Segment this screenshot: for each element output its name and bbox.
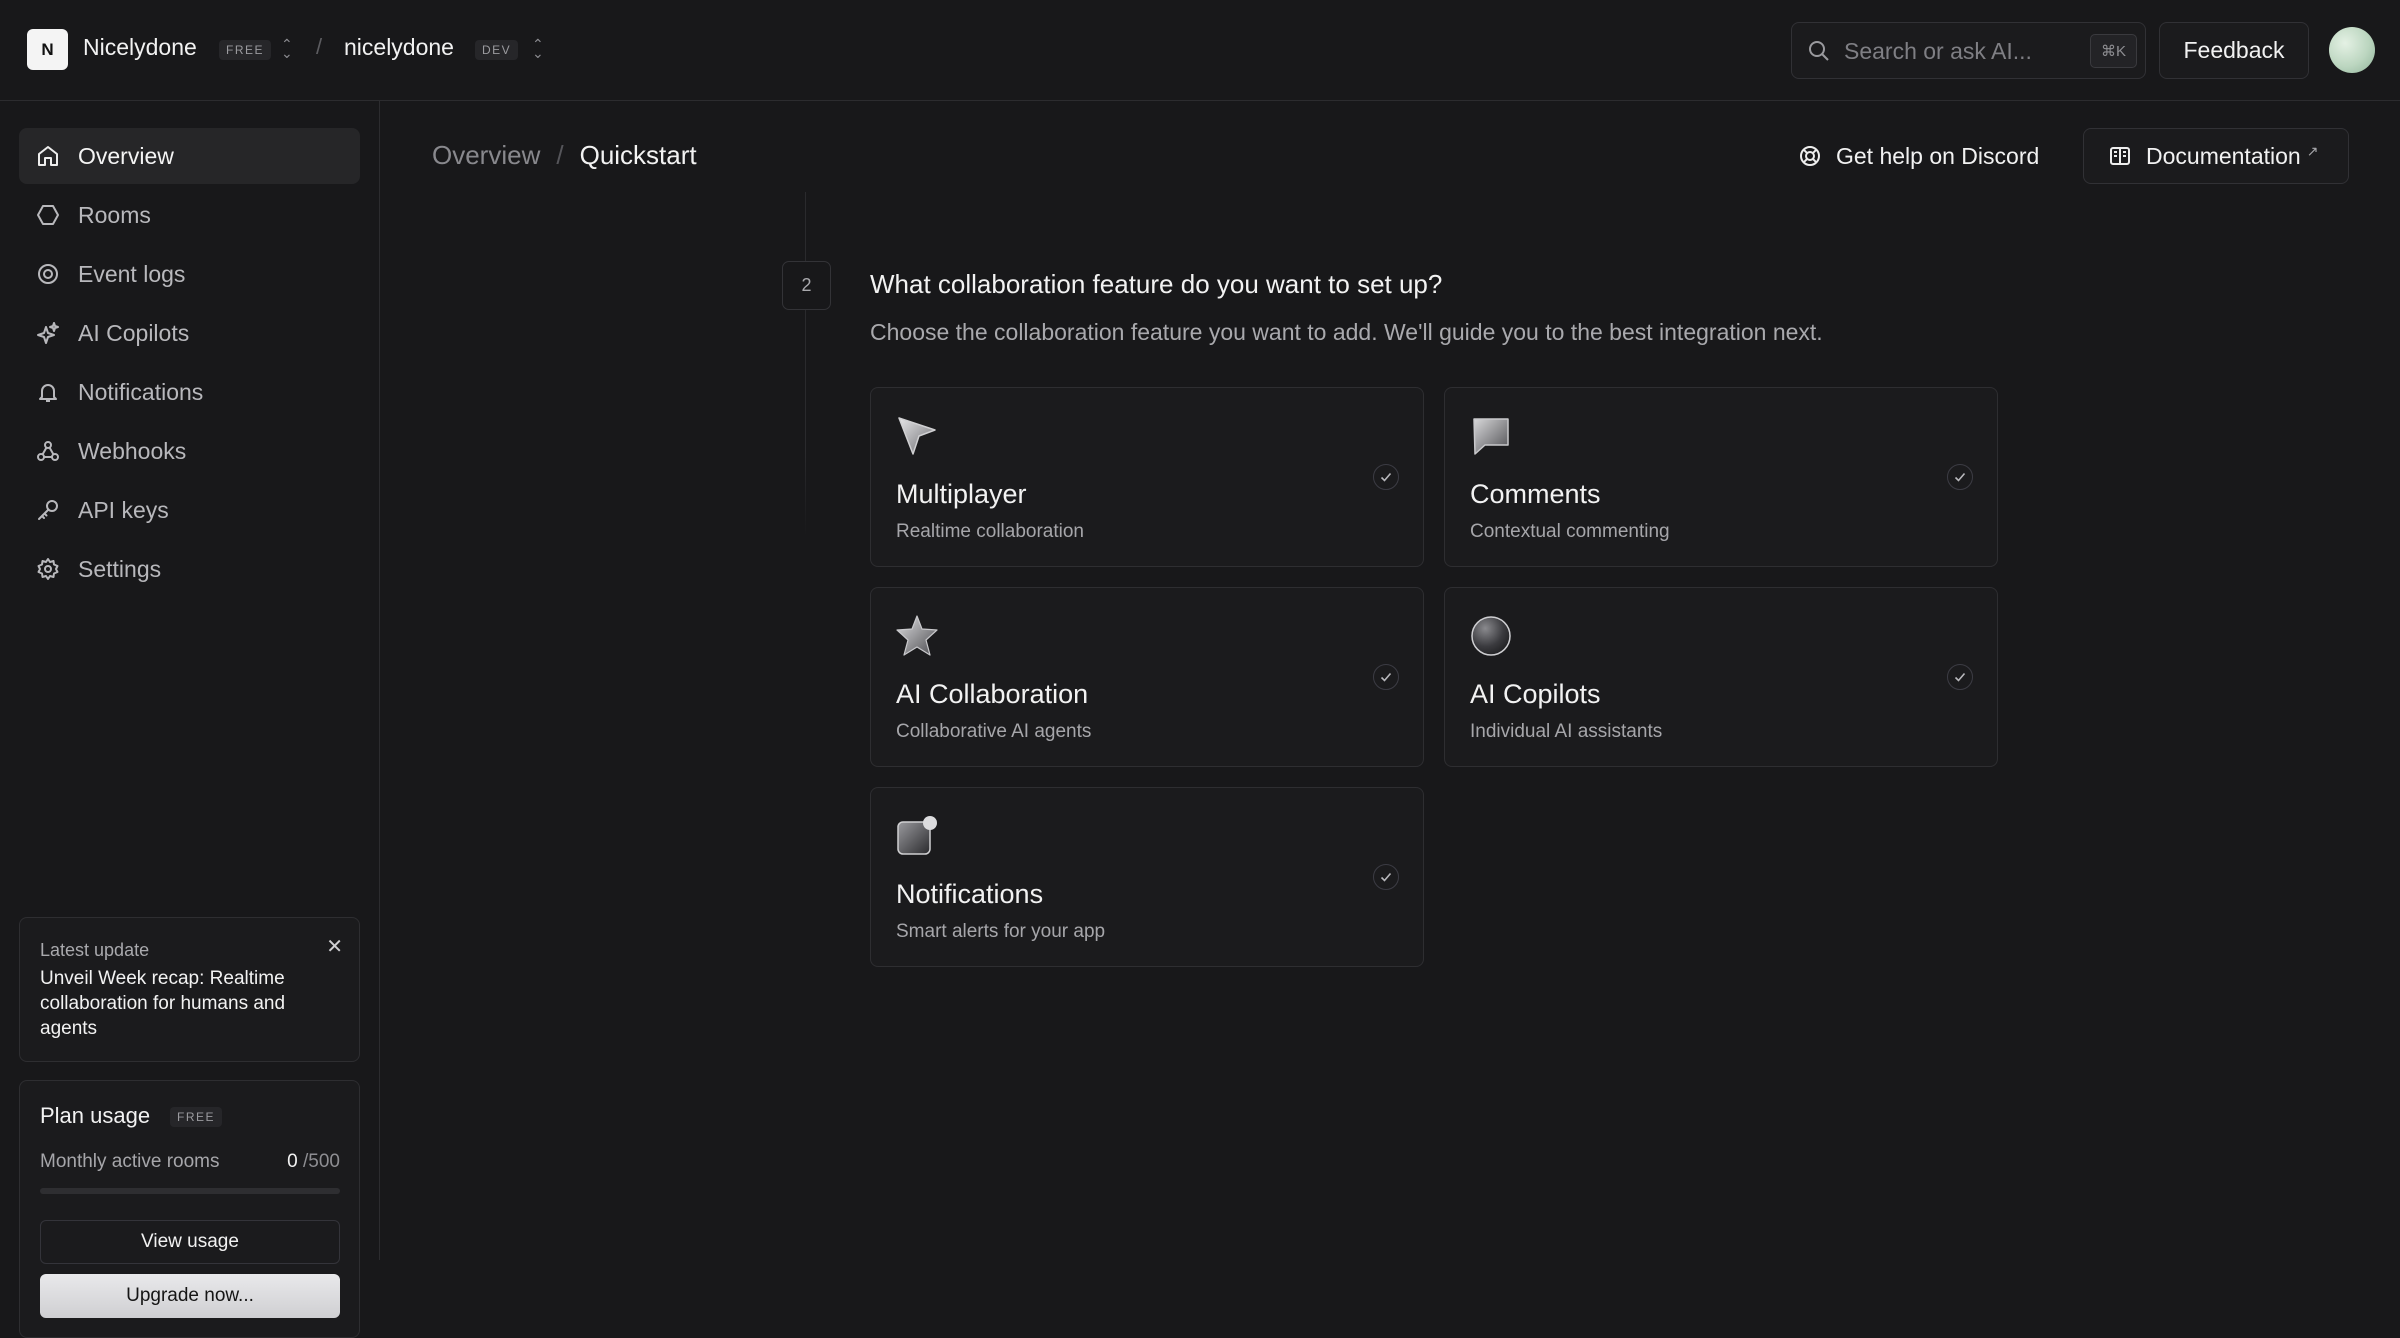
hexagon-icon: [34, 201, 62, 229]
sidebar: Overview Rooms Event logs AI Copilots No…: [0, 101, 380, 1338]
check-icon: [1947, 664, 1973, 690]
avatar[interactable]: [2329, 27, 2375, 73]
sidebar-item-label: API keys: [78, 496, 169, 523]
sidebar-item-webhooks[interactable]: Webhooks: [19, 423, 360, 479]
sidebar-item-overview[interactable]: Overview: [19, 128, 360, 184]
feature-description: Realtime collaboration: [896, 521, 1084, 542]
sidebar-item-rooms[interactable]: Rooms: [19, 187, 360, 243]
step-connector-line: [805, 192, 806, 537]
feature-card-multiplayer[interactable]: Multiplayer Realtime collaboration: [870, 387, 1424, 567]
metric-value: 0 /500: [287, 1151, 340, 1173]
discord-help-link[interactable]: Get help on Discord: [1798, 128, 2039, 184]
metric-total: /500: [303, 1151, 340, 1172]
webhook-icon: [34, 437, 62, 465]
check-icon: [1373, 464, 1399, 490]
documentation-label: Documentation: [2146, 142, 2301, 169]
search-icon: [1807, 39, 1831, 68]
documentation-button[interactable]: Documentation ↗: [2083, 128, 2349, 184]
feature-title: AI Copilots: [1470, 679, 1601, 709]
orb-icon: [1469, 614, 1513, 658]
notification-square-icon: [895, 814, 939, 858]
feature-title: Multiplayer: [896, 479, 1027, 509]
sidebar-item-api-keys[interactable]: API keys: [19, 482, 360, 538]
feature-description: Contextual commenting: [1470, 521, 1670, 542]
breadcrumb-separator: /: [556, 140, 564, 170]
comment-bubble-icon: [1469, 414, 1513, 458]
org-switcher-chevron-icon[interactable]: ⌃ ⌄: [281, 37, 293, 60]
step-number: 2: [782, 261, 831, 310]
discord-label: Get help on Discord: [1836, 142, 2040, 169]
update-text[interactable]: Unveil Week recap: Realtime collaboratio…: [40, 966, 330, 1041]
org-logo[interactable]: N: [27, 29, 68, 70]
usage-progress-bar: [40, 1188, 340, 1194]
breadcrumb-overview[interactable]: Overview: [432, 140, 540, 170]
feature-title: Comments: [1470, 479, 1601, 509]
gear-icon: [34, 555, 62, 583]
top-bar: N Nicelydone FREE ⌃ ⌄ / nicelydone DEV ⌃ ⌄…: [0, 0, 2400, 101]
sidebar-item-label: Settings: [78, 555, 162, 582]
plan-usage-title: Plan usage: [40, 1103, 151, 1128]
search-placeholder: Search or ask AI...: [1844, 38, 2032, 64]
plan-usage-card: Plan usage FREE Monthly active rooms 0 /…: [19, 1080, 360, 1338]
feature-card-notifications[interactable]: Notifications Smart alerts for your app: [870, 787, 1424, 967]
external-link-icon: ↗: [2306, 142, 2319, 159]
update-label: Latest update: [40, 940, 150, 960]
feedback-button[interactable]: Feedback: [2159, 22, 2309, 79]
breadcrumb: Overview / Quickstart: [432, 140, 697, 171]
project-env-badge: DEV: [475, 40, 519, 60]
metric-used: 0: [287, 1151, 298, 1172]
upgrade-button[interactable]: Upgrade now...: [40, 1274, 340, 1318]
feature-description: Individual AI assistants: [1470, 721, 1663, 742]
book-icon: [2108, 144, 2132, 168]
sidebar-item-settings[interactable]: Settings: [19, 541, 360, 597]
step-subtitle: Choose the collaboration feature you wan…: [870, 319, 1823, 345]
close-icon[interactable]: ✕: [326, 934, 343, 959]
org-name[interactable]: Nicelydone: [83, 34, 197, 61]
lifebuoy-icon: [1798, 144, 1822, 168]
feature-card-ai-collaboration[interactable]: AI Collaboration Collaborative AI agents: [870, 587, 1424, 767]
project-switcher-chevron-icon[interactable]: ⌃ ⌄: [532, 37, 544, 60]
key-icon: [34, 496, 62, 524]
view-usage-button[interactable]: View usage: [40, 1220, 340, 1264]
star-icon: [895, 614, 939, 658]
search-input[interactable]: Search or ask AI... ⌘K: [1791, 22, 2146, 79]
sidebar-item-label: Webhooks: [78, 437, 187, 464]
feature-description: Smart alerts for your app: [896, 921, 1106, 942]
search-shortcut: ⌘K: [2089, 34, 2137, 68]
cursor-arrow-icon: [895, 414, 939, 458]
bell-icon: [34, 378, 62, 406]
page-title: Quickstart: [579, 140, 697, 170]
sidebar-item-label: AI Copilots: [78, 319, 190, 346]
feature-title: Notifications: [896, 879, 1044, 909]
latest-update-card[interactable]: Latest update Unveil Week recap: Realtim…: [19, 917, 360, 1062]
breadcrumb-separator: /: [316, 34, 323, 59]
feature-card-comments[interactable]: Comments Contextual commenting: [1444, 387, 1998, 567]
sidebar-item-ai-copilots[interactable]: AI Copilots: [19, 305, 360, 361]
metric-label: Monthly active rooms: [40, 1151, 220, 1172]
sparkles-icon: [34, 319, 62, 347]
target-icon: [34, 260, 62, 288]
feature-description: Collaborative AI agents: [896, 721, 1092, 742]
sidebar-item-label: Overview: [78, 142, 174, 169]
sidebar-item-event-logs[interactable]: Event logs: [19, 246, 360, 302]
step-title: What collaboration feature do you want t…: [870, 269, 1443, 299]
plan-badge: FREE: [170, 1107, 223, 1127]
sidebar-item-label: Event logs: [78, 260, 186, 287]
sidebar-item-notifications[interactable]: Notifications: [19, 364, 360, 420]
home-icon: [34, 142, 62, 170]
project-name[interactable]: nicelydone: [344, 34, 454, 61]
check-icon: [1373, 664, 1399, 690]
sidebar-item-label: Notifications: [78, 378, 204, 405]
org-plan-badge: FREE: [219, 40, 272, 60]
check-icon: [1947, 464, 1973, 490]
feature-title: AI Collaboration: [896, 679, 1089, 709]
sidebar-item-label: Rooms: [78, 201, 151, 228]
check-icon: [1373, 864, 1399, 890]
feature-card-ai-copilots[interactable]: AI Copilots Individual AI assistants: [1444, 587, 1998, 767]
